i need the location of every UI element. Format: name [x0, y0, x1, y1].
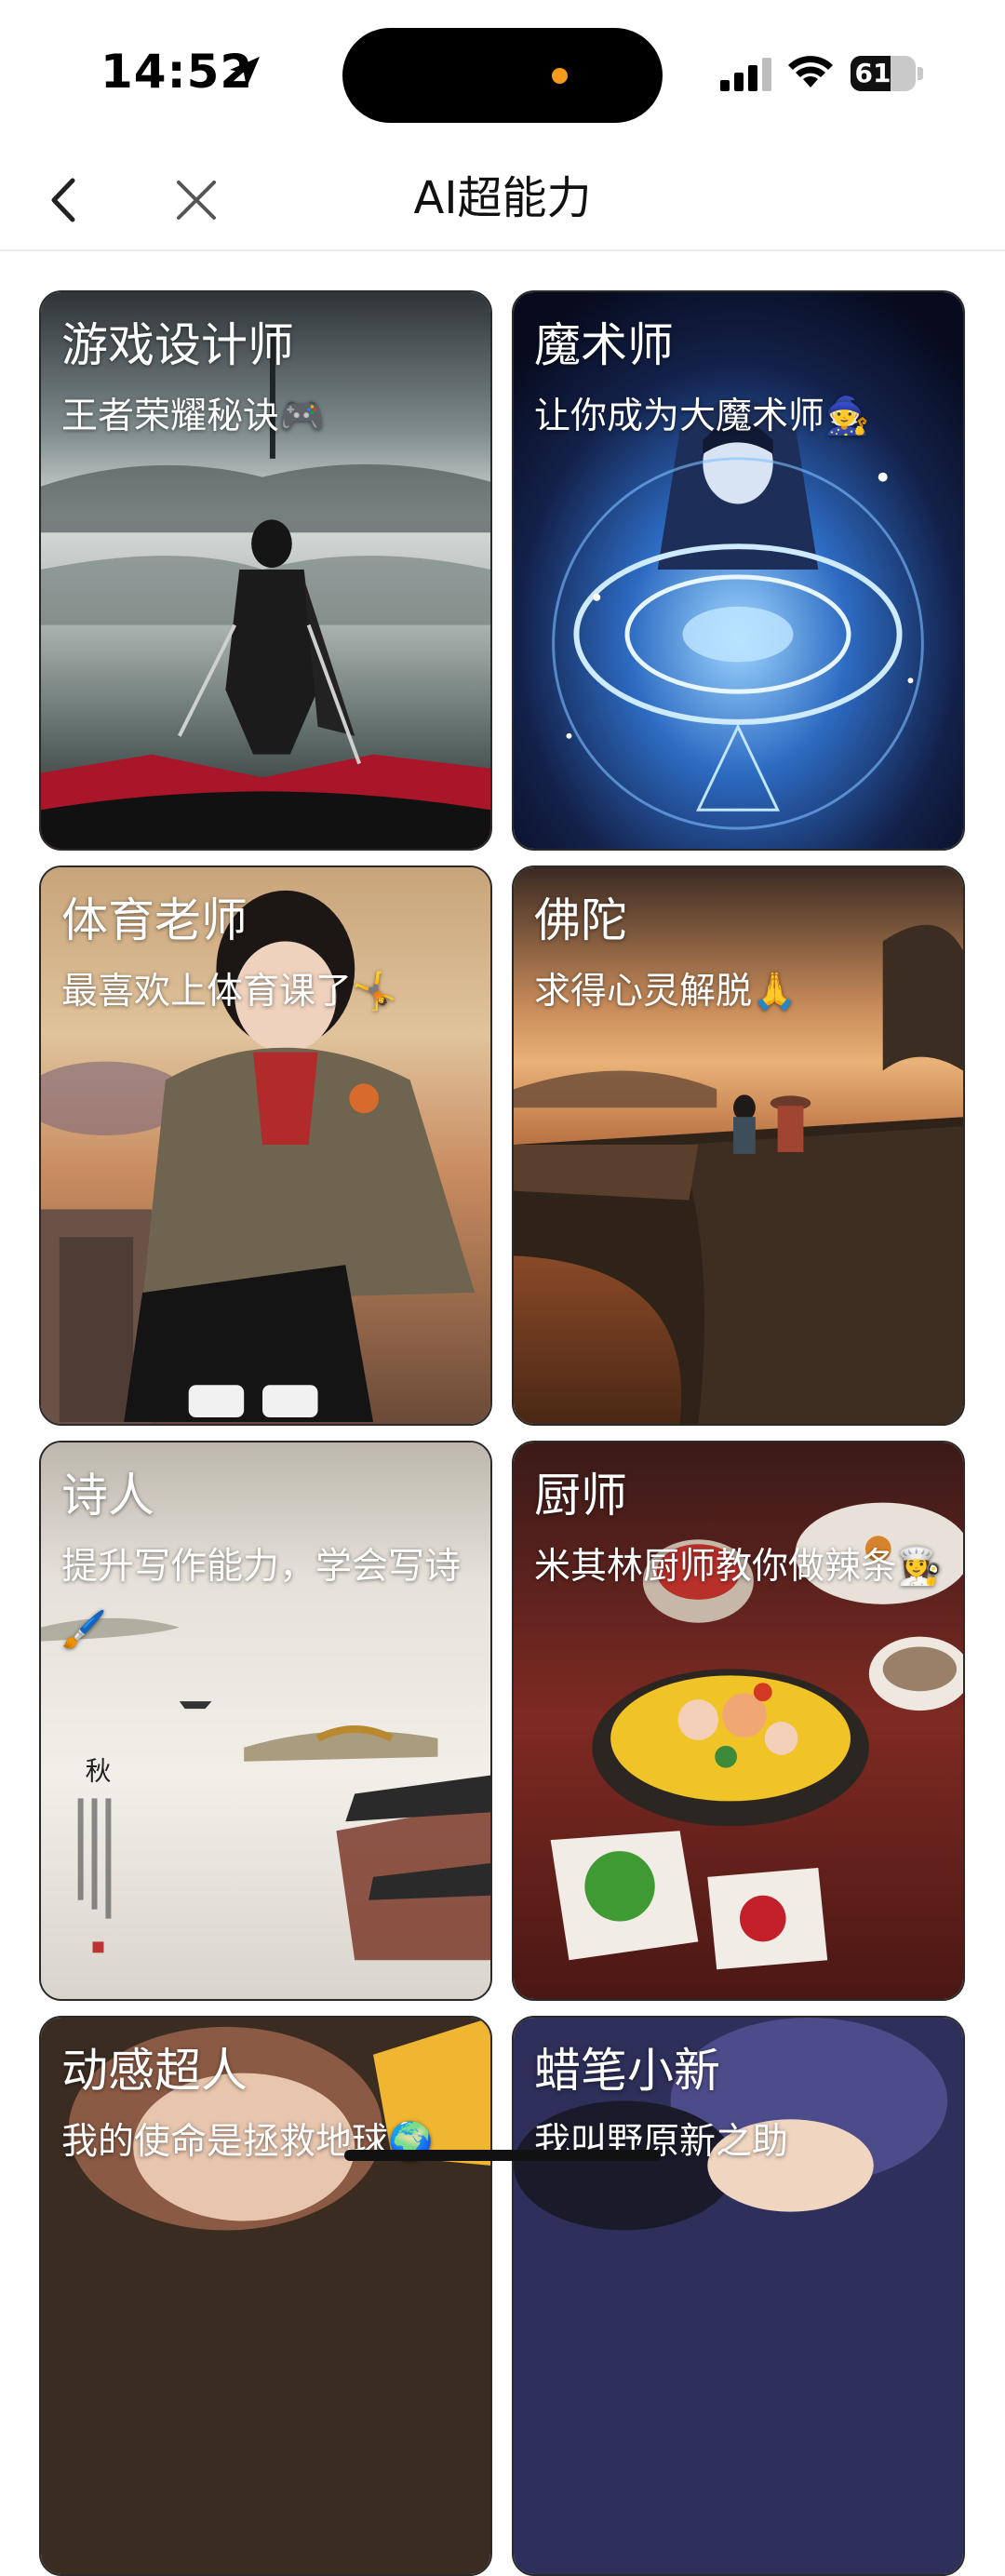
card-title: 游戏设计师: [61, 318, 294, 372]
card-subtitle: 我的使命是拯救地球🌍: [61, 2121, 434, 2163]
card-buddha[interactable]: 佛陀 求得心灵解脱🙏: [512, 865, 965, 1426]
card-subtitle: 最喜欢上体育课了🤸: [61, 971, 397, 1013]
card-chef[interactable]: 厨师 米其林厨师教你做辣条👩‍🍳: [512, 1441, 965, 2001]
card-title: 体育老师: [61, 893, 248, 947]
close-x-icon[interactable]: [166, 169, 227, 231]
card-title: 魔术师: [534, 318, 674, 372]
battery-percentage: 61: [854, 58, 891, 88]
card-magician[interactable]: 魔术师 让你成为大魔术师🧙: [512, 290, 965, 851]
signal-icon: [720, 58, 771, 91]
recording-indicator: [552, 68, 568, 84]
card-game-designer[interactable]: 游戏设计师 王者荣耀秘诀🎮: [39, 290, 492, 851]
card-title: 蜡笔小新: [534, 2044, 720, 2098]
card-subtitle: 米其林厨师教你做辣条👩‍🍳: [534, 1546, 943, 1588]
card-subtitle: 我叫野原新之助: [534, 2121, 789, 2163]
page-title: AI超能力: [413, 172, 592, 224]
dynamic-island: [342, 28, 663, 123]
card-subtitle: 求得心灵解脱🙏: [534, 971, 797, 1013]
battery-cap: [918, 67, 923, 80]
card-subtitle: 提升写作能力，学会写诗🖌️: [61, 1546, 462, 1651]
card-title: 诗人: [61, 1469, 154, 1523]
card-title: 佛陀: [534, 893, 627, 947]
battery-icon: 61: [851, 56, 916, 91]
card-subtitle: 王者荣耀秘诀🎮: [61, 396, 325, 437]
card-crayon-shinchan[interactable]: 蜡笔小新 我叫野原新之助: [512, 2016, 965, 2576]
ability-card-grid: 游戏设计师 王者荣耀秘诀🎮 魔术师 让你成为大魔术师🧙 体育老师 最喜欢上体育课…: [0, 251, 1005, 2576]
home-indicator[interactable]: [344, 2150, 661, 2161]
back-chevron-icon[interactable]: [35, 169, 97, 231]
card-action-kamen[interactable]: 动感超人 我的使命是拯救地球🌍: [39, 2016, 492, 2576]
wifi-icon: [788, 56, 833, 87]
card-title: 厨师: [534, 1469, 627, 1523]
card-pe-teacher[interactable]: 体育老师 最喜欢上体育课了🤸: [39, 865, 492, 1426]
card-poet[interactable]: 秋 诗人 提升写作能力，学会写诗🖌️: [39, 1441, 492, 2001]
nav-bar: AI超能力: [0, 149, 1005, 251]
status-bar: 14:52 61: [0, 0, 1005, 149]
card-subtitle: 让你成为大魔术师🧙: [534, 396, 870, 437]
location-arrow-icon: [230, 57, 260, 87]
svg-text:秋: 秋: [86, 1756, 112, 1787]
card-title: 动感超人: [61, 2044, 248, 2098]
